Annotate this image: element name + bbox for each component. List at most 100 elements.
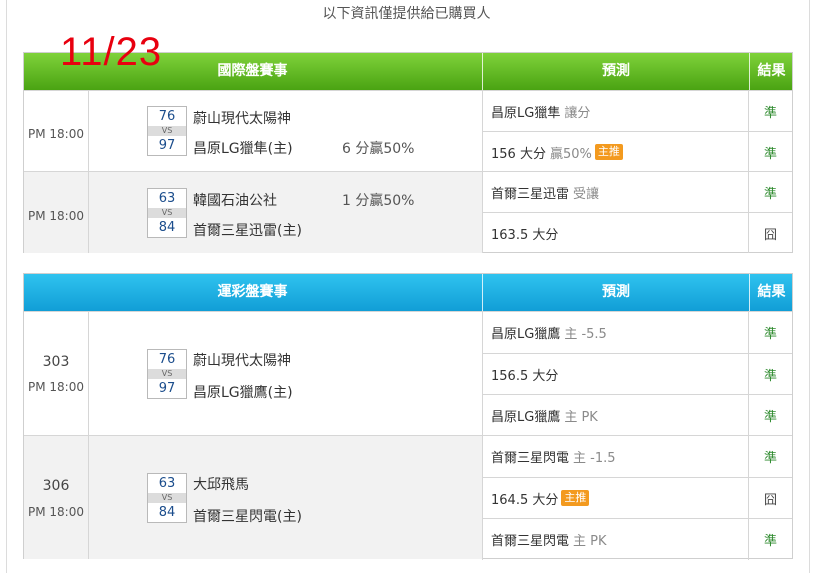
vs-label: VS: [148, 208, 186, 218]
team-away: 大邱飛馬: [193, 477, 249, 493]
prediction-row: 昌原LG獵鷹 主 PK 準: [482, 394, 792, 436]
intl-prediction-heading: 預測: [482, 53, 749, 90]
team-home: 昌原LG獵鷹(主): [193, 385, 293, 401]
team-away: 蔚山現代太陽神: [193, 111, 291, 127]
match-info: 306 PM 18:00 63 VS 84 大邱飛馬 首爾三星閃電(主): [24, 436, 482, 559]
prediction-note: 主 -1.5: [573, 451, 616, 466]
prediction-row: 首爾三星迅雷 受讓 準: [482, 172, 792, 212]
prediction-cell: 163.5 大分: [482, 213, 748, 253]
prediction-cell: 昌原LG獵鷹 主 PK: [482, 395, 748, 436]
match-time: PM 18:00: [28, 380, 84, 394]
prediction-row: 首爾三星閃電 主 PK 準: [482, 518, 792, 560]
intl-result-heading: 結果: [749, 53, 793, 90]
prediction-note: 主 -5.5: [564, 327, 607, 342]
vs-label: VS: [148, 126, 186, 136]
lottery-result-heading: 結果: [749, 274, 793, 311]
score-home: 97: [158, 381, 176, 396]
result-cell: 囧: [748, 213, 792, 253]
lottery-panel: 運彩盤賽事 預測 結果 303 PM 18:00 76 VS 97 蔚山現代太陽…: [23, 273, 793, 560]
prediction-row: 首爾三星閃電 主 -1.5 準: [482, 436, 792, 477]
match-code: 303: [42, 354, 70, 370]
prediction-note: 贏50%: [549, 146, 592, 162]
vs-label: VS: [148, 369, 186, 379]
match-time-col: PM 18:00: [24, 91, 89, 171]
prediction-cell: 156 大分 贏50% 主推: [482, 132, 748, 172]
team-home: 首爾三星迅雷(主): [193, 223, 302, 239]
team-home: 首爾三星閃電(主): [193, 509, 302, 525]
intl-panel: 國際盤賽事 預測 結果 PM 18:00 76 VS 97 蔚山現代太陽神 昌原…: [23, 52, 793, 253]
score-home: 84: [158, 220, 176, 235]
result-cell: 準: [748, 354, 792, 394]
result-cell: 準: [748, 436, 792, 477]
lottery-prediction-heading: 預測: [482, 274, 749, 311]
prediction-cell: 昌原LG獵鷹 主 -5.5: [482, 312, 748, 353]
team-away: 韓國石油公社: [193, 193, 277, 209]
handicap-label: 6 分贏50%: [342, 141, 415, 157]
purchaser-notice: 以下資訊僅提供給已購買人: [322, 6, 491, 22]
prediction-main: 首爾三星迅雷: [491, 186, 570, 202]
handicap-label: 1 分贏50%: [342, 193, 415, 209]
featured-badge: 主推: [594, 144, 623, 160]
score-away: 76: [158, 352, 176, 367]
result-cell: 囧: [748, 478, 792, 518]
match-time-col: 303 PM 18:00: [24, 312, 89, 435]
prediction-note: 受讓: [573, 186, 600, 202]
score-box: 76 VS 97: [147, 349, 187, 399]
team-home: 昌原LG獵隼(主): [193, 141, 293, 157]
result-cell: 準: [748, 395, 792, 436]
prediction-main: 昌原LG獵鷹: [491, 327, 561, 342]
score-away: 76: [158, 109, 176, 124]
score-box: 63 VS 84: [147, 473, 187, 523]
prediction-cell: 昌原LG獵隼 讓分: [482, 91, 748, 131]
score-box: 76 VS 97: [147, 106, 187, 156]
result-cell: 準: [748, 312, 792, 353]
match-time-col: PM 18:00: [24, 172, 89, 253]
match-info: PM 18:00 63 VS 84 韓國石油公社 首爾三星迅雷(主) 1 分贏5…: [24, 172, 482, 253]
date-stamp: 11/23: [60, 30, 163, 74]
match-time-col: 306 PM 18:00: [24, 436, 89, 559]
match-time: PM 18:00: [28, 209, 84, 223]
score-away: 63: [158, 191, 176, 206]
prediction-note: 主 PK: [573, 534, 607, 549]
prediction-cell: 首爾三星迅雷 受讓: [482, 172, 748, 212]
prediction-row: 昌原LG獵鷹 主 -5.5 準: [482, 312, 792, 353]
score-home: 97: [158, 138, 176, 153]
prediction-main: 昌原LG獵鷹: [491, 410, 561, 425]
match-code: 306: [42, 478, 70, 494]
prediction-note: 主 PK: [564, 410, 598, 425]
match-info: PM 18:00 76 VS 97 蔚山現代太陽神 昌原LG獵隼(主) 6 分贏…: [24, 91, 482, 171]
prediction-row: 156 大分 贏50% 主推 準: [482, 131, 792, 172]
prediction-cell: 首爾三星閃電 主 PK: [482, 519, 748, 560]
vs-label: VS: [148, 493, 186, 503]
prediction-cell: 156.5 大分: [482, 354, 748, 394]
result-cell: 準: [748, 132, 792, 172]
prediction-note: 讓分: [564, 105, 591, 121]
score-home: 84: [158, 505, 176, 520]
lottery-match: 303 PM 18:00 76 VS 97 蔚山現代太陽神 昌原LG獵鷹(主) …: [24, 311, 792, 436]
prediction-row: 164.5 大分 主推 囧: [482, 477, 792, 518]
score-away: 63: [158, 476, 176, 491]
match-time: PM 18:00: [28, 127, 84, 141]
lottery-match: 306 PM 18:00 63 VS 84 大邱飛馬 首爾三星閃電(主) 首爾三…: [24, 435, 792, 560]
match-info: 303 PM 18:00 76 VS 97 蔚山現代太陽神 昌原LG獵鷹(主): [24, 312, 482, 435]
featured-badge: 主推: [561, 490, 590, 506]
prediction-cell: 首爾三星閃電 主 -1.5: [482, 436, 748, 477]
lottery-header: 運彩盤賽事 預測 結果: [24, 274, 792, 311]
prediction-main: 首爾三星閃電: [491, 534, 570, 549]
prediction-cell: 164.5 大分 主推: [482, 478, 748, 518]
prediction-main: 164.5 大分: [491, 492, 559, 508]
prediction-row: 163.5 大分 囧: [482, 212, 792, 253]
result-cell: 準: [748, 91, 792, 131]
prediction-main: 156.5 大分: [491, 368, 559, 384]
lottery-event-heading: 運彩盤賽事: [217, 284, 288, 300]
result-cell: 準: [748, 172, 792, 212]
prediction-main: 昌原LG獵隼: [491, 105, 561, 121]
team-away: 蔚山現代太陽神: [193, 353, 291, 369]
intl-match: PM 18:00 76 VS 97 蔚山現代太陽神 昌原LG獵隼(主) 6 分贏…: [24, 90, 792, 172]
result-cell: 準: [748, 519, 792, 560]
prediction-main: 156 大分: [491, 146, 546, 162]
prediction-main: 首爾三星閃電: [491, 451, 570, 466]
intl-match: PM 18:00 63 VS 84 韓國石油公社 首爾三星迅雷(主) 1 分贏5…: [24, 171, 792, 253]
prediction-main: 163.5 大分: [491, 227, 559, 243]
prediction-row: 156.5 大分 準: [482, 353, 792, 394]
